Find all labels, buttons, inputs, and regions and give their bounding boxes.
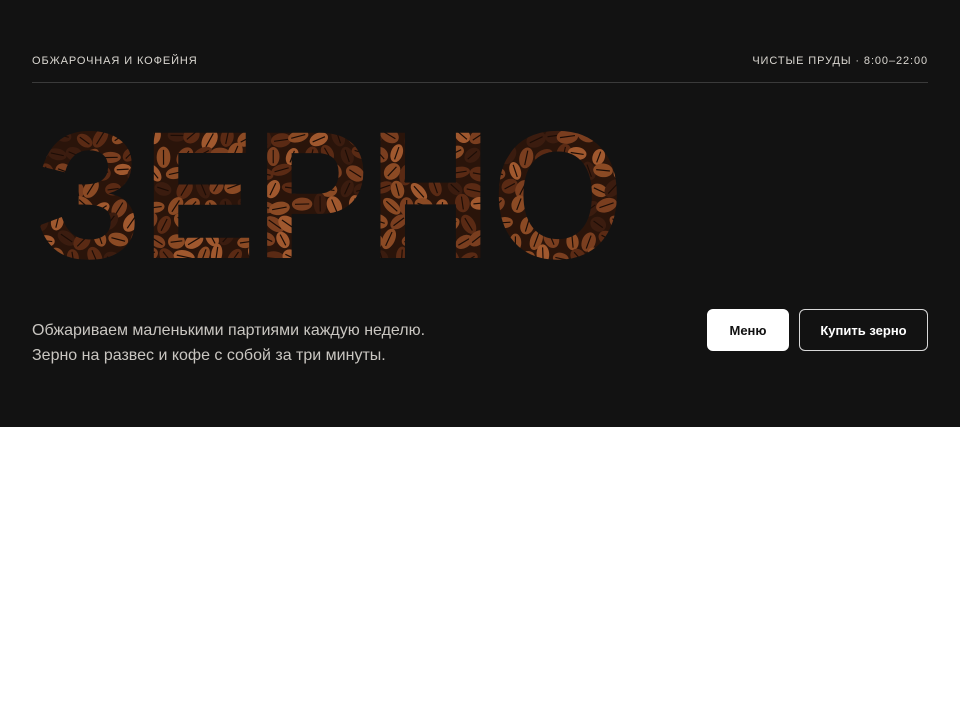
buy-beans-button[interactable]: Купить зерно [799, 309, 928, 351]
wordmark-logo: ЗЕРНО [36, 118, 636, 268]
wordmark-graphic: ЗЕРНО [36, 118, 624, 268]
header-divider [32, 82, 928, 83]
description-line-2: Зерно на развес и кофе с собой за три ми… [32, 347, 386, 364]
top-bar: ОБЖАРОЧНАЯ И КОФЕЙНЯ ЧИСТЫЕ ПРУДЫ · 8:00… [32, 52, 928, 70]
brand-tagline: ОБЖАРОЧНАЯ И КОФЕЙНЯ [32, 55, 198, 67]
hero-description: Обжариваем маленькими партиями каждую не… [32, 318, 552, 368]
content-area [0, 427, 960, 720]
hero-actions: Меню Купить зерно [707, 309, 928, 351]
hero-section: ОБЖАРОЧНАЯ И КОФЕЙНЯ ЧИСТЫЕ ПРУДЫ · 8:00… [0, 0, 960, 427]
description-line-1: Обжариваем маленькими партиями каждую не… [32, 322, 426, 339]
location-hours: ЧИСТЫЕ ПРУДЫ · 8:00–22:00 [752, 55, 928, 67]
wordmark-text: ЗЕРНО [36, 118, 624, 268]
menu-button[interactable]: Меню [707, 309, 789, 351]
